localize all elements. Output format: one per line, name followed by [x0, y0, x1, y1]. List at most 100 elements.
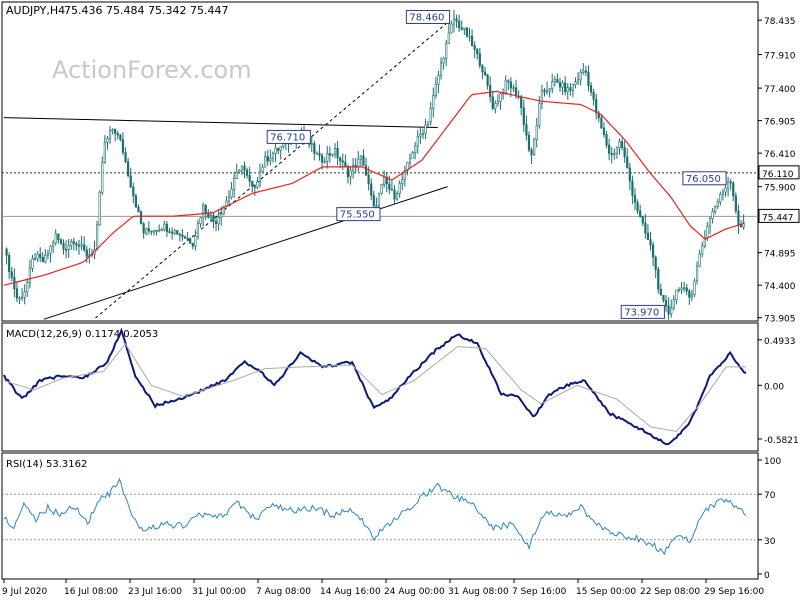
x-axis-tick-label: 9 Jul 2020 [2, 587, 47, 597]
candle-body [465, 27, 469, 37]
candle-body [483, 71, 487, 76]
candle-body [328, 153, 331, 156]
candle-body [478, 53, 481, 66]
candle-body [473, 45, 476, 50]
annotation-label: 78.460 [409, 12, 444, 23]
candle-body [450, 23, 453, 34]
candle-body [168, 231, 171, 233]
current-price-label: 75.447 [762, 213, 794, 223]
candle-body [439, 62, 443, 76]
rsi-y-tick-label: 100 [764, 457, 781, 467]
candle-body [657, 269, 660, 290]
candle-body [460, 27, 463, 30]
candle-body [631, 180, 634, 196]
candle-body [80, 244, 83, 247]
candle-body [310, 143, 313, 145]
macd-layer: 0.4933 0.00 -0.5821 [3, 327, 799, 446]
candle-body [313, 143, 316, 154]
candle-body [667, 305, 670, 315]
candle-body [352, 164, 355, 171]
candle-body [613, 152, 616, 155]
chart-canvas: ActionForex.com AUDJPY,H4 75.436 75.484 … [1, 1, 800, 597]
candle-body [83, 244, 86, 251]
candle-body [279, 146, 282, 151]
candle-body [468, 35, 471, 38]
candle-body [434, 84, 437, 96]
candle-body [64, 249, 68, 251]
candle-body [75, 243, 78, 246]
candle-body [72, 241, 75, 244]
candle-body [486, 74, 489, 86]
candle-body [277, 147, 280, 151]
candle-body [447, 32, 450, 44]
candle-body [251, 181, 254, 186]
candle-body [341, 160, 344, 163]
candle-body [165, 223, 169, 232]
price-panel-frame [1, 1, 759, 322]
candle-body [698, 253, 701, 267]
candle-body [636, 201, 639, 212]
candle-body [370, 183, 373, 196]
candle-body [530, 149, 533, 156]
candle-body [615, 147, 618, 154]
candle-body [419, 134, 422, 137]
candle-body [101, 162, 104, 193]
candle-body [5, 248, 8, 256]
x-axis-tick-label: 31 Aug 08:00 [448, 587, 509, 597]
candle-body [189, 238, 192, 244]
price-y-tick-label: 76.905 [764, 118, 796, 128]
candle-body [395, 193, 399, 200]
candle-body [659, 288, 662, 296]
candle-body [652, 244, 655, 258]
candle-body [274, 147, 277, 154]
candle-body [186, 237, 189, 240]
candle-body [209, 215, 212, 218]
candle-body [202, 204, 205, 219]
candle-body [271, 153, 275, 159]
candle-body [176, 230, 179, 235]
candle-body [54, 233, 57, 244]
candle-body [372, 194, 375, 207]
candle-body [59, 239, 62, 244]
candle-body [357, 158, 360, 168]
candle-body [737, 210, 740, 226]
trendline [3, 117, 438, 129]
candle-body [230, 188, 233, 198]
candle-body [569, 87, 572, 91]
candle-body [589, 85, 593, 93]
candle-body [401, 179, 404, 184]
candle-body [646, 232, 650, 240]
candle-body [85, 249, 88, 257]
candle-body [476, 48, 479, 54]
candle-body [533, 139, 536, 156]
candle-body [95, 224, 99, 250]
candle-body [359, 155, 362, 160]
candle-body [15, 288, 19, 299]
candle-body [383, 176, 386, 185]
candle-body [119, 134, 122, 140]
candle-body [564, 82, 567, 93]
candle-body [158, 229, 161, 232]
candle-body [556, 79, 559, 83]
candle-body [114, 129, 117, 134]
candle-body [579, 72, 582, 81]
x-axis-tick-label: 14 Aug 16:00 [320, 587, 381, 597]
candle-body [427, 121, 430, 126]
candle-body [346, 166, 350, 178]
candle-body [77, 244, 81, 247]
candle-body [729, 181, 732, 184]
candle-body [194, 235, 197, 247]
candle-body [18, 297, 21, 300]
candle-body [496, 101, 500, 104]
candle-body [571, 84, 575, 91]
candle-body [429, 108, 432, 123]
candle-body [261, 166, 264, 173]
candle-body [675, 289, 678, 300]
candle-body [28, 268, 31, 283]
annotation-label: 75.550 [340, 210, 375, 221]
candle-body [227, 196, 231, 202]
candle-body [458, 20, 461, 29]
candle-body [233, 178, 236, 190]
candle-body [463, 27, 466, 30]
candle-body [336, 148, 339, 159]
